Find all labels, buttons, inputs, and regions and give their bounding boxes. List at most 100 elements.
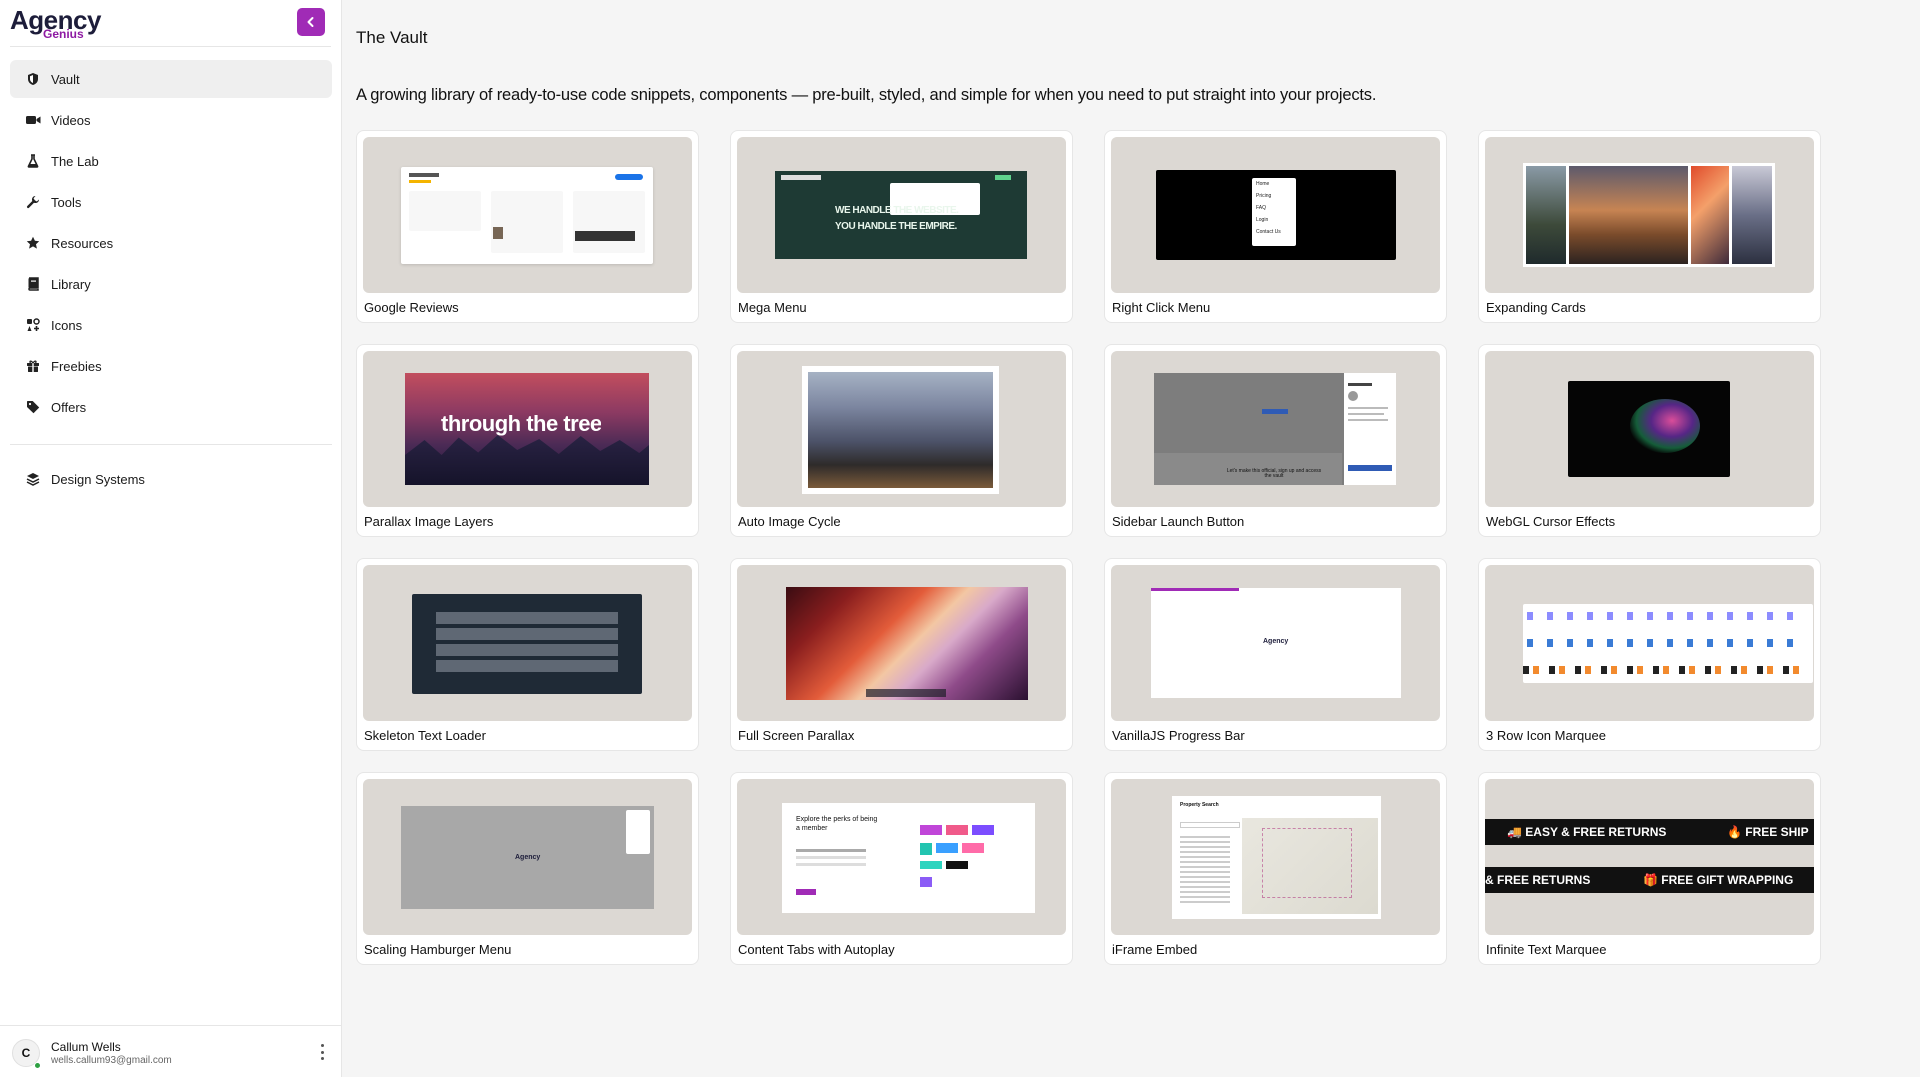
card-title: Right Click Menu [1112, 300, 1211, 315]
marquee-text: & FREE RETURNS [1485, 873, 1591, 887]
card-title: Parallax Image Layers [364, 514, 494, 529]
vault-card-skeleton-text-loader[interactable]: Skeleton Text Loader [356, 558, 699, 751]
card-title: Expanding Cards [1486, 300, 1586, 315]
parallax-text: through the trees [441, 411, 601, 436]
online-status-indicator [34, 1062, 41, 1069]
gift-icon [25, 358, 41, 374]
menu-item: Home [1256, 181, 1270, 187]
vault-card-webgl-cursor-effects[interactable]: WebGL Cursor Effects [1478, 344, 1821, 537]
preview-right-click-menu: Home Pricing FAQ Login Contact Us [1156, 170, 1396, 260]
vault-card-sidebar-launch-button[interactable]: Let's make this official, sign up and ac… [1104, 344, 1447, 537]
preview-content-tabs: Explore the perks of being a member [782, 803, 1035, 913]
sidebar-launch-text: Let's make this official, sign up and ac… [1226, 468, 1322, 479]
vault-card-auto-image-cycle[interactable]: Auto Image Cycle [730, 344, 1073, 537]
card-thumbnail [363, 565, 692, 721]
vault-card-google-reviews[interactable]: Google Reviews [356, 130, 699, 323]
sidebar-item-design-systems[interactable]: Design Systems [10, 460, 332, 498]
shield-icon [25, 71, 41, 87]
vault-card-iframe-embed[interactable]: Property Search iFrame Embed [1104, 772, 1447, 965]
vault-card-right-click-menu[interactable]: Home Pricing FAQ Login Contact Us Right … [1104, 130, 1447, 323]
sidebar-item-freebies[interactable]: Freebies [10, 347, 332, 385]
brand-logo[interactable]: Agency Genius [10, 6, 101, 41]
user-profile[interactable]: C Callum Wells wells.callum93@gmail.com [0, 1025, 341, 1077]
video-camera-icon [25, 112, 41, 128]
sidebar-item-library[interactable]: Library [10, 265, 332, 303]
star-icon [25, 235, 41, 251]
card-title: Content Tabs with Autoplay [738, 942, 895, 957]
vault-card-vanillajs-progress-bar[interactable]: Agency VanillaJS Progress Bar [1104, 558, 1447, 751]
sidebar-item-label: Videos [51, 112, 91, 128]
card-thumbnail: Property Search [1111, 779, 1440, 935]
card-title: Skeleton Text Loader [364, 728, 486, 743]
iframe-heading: Property Search [1180, 802, 1219, 808]
card-thumbnail [737, 565, 1066, 721]
card-title: VanillaJS Progress Bar [1112, 728, 1245, 743]
sidebar-item-vault[interactable]: Vault [10, 60, 332, 98]
preview-sidebar-launch: Let's make this official, sign up and ac… [1154, 373, 1396, 485]
icons-grid-icon [25, 317, 41, 333]
sidebar-secondary-nav: Design Systems [10, 460, 332, 501]
card-thumbnail: Home Pricing FAQ Login Contact Us [1111, 137, 1440, 293]
sidebar-item-label: Resources [51, 235, 114, 251]
sidebar-item-label: Icons [51, 317, 83, 333]
preview-full-screen-parallax [786, 587, 1028, 700]
sidebar-item-videos[interactable]: Videos [10, 101, 332, 139]
card-title: Mega Menu [738, 300, 807, 315]
user-name: Callum Wells [51, 1040, 121, 1054]
card-thumbnail: Let's make this official, sign up and ac… [1111, 351, 1440, 507]
sidebar-nav: Vault Videos The Lab Tools Resources Lib… [10, 60, 332, 429]
menu-item: FAQ [1256, 205, 1267, 211]
vault-card-3-row-icon-marquee[interactable]: 3 Row Icon Marquee [1478, 558, 1821, 751]
preview-text-marquee: 🚚 EASY & FREE RETURNS 🔥 FREE SHIP [1485, 819, 1814, 845]
tag-icon [25, 399, 41, 415]
vault-card-mega-menu[interactable]: WE HANDLE THE WEBSITE. YOU HANDLE THE EM… [730, 130, 1073, 323]
card-thumbnail: 🚚 EASY & FREE RETURNS 🔥 FREE SHIP & FREE… [1485, 779, 1814, 935]
sidebar-item-label: The Lab [51, 153, 99, 169]
brand-subname: Genius [43, 27, 84, 41]
vault-card-parallax-image-layers[interactable]: through the trees Parallax Image Layers [356, 344, 699, 537]
card-title: Scaling Hamburger Menu [364, 942, 512, 957]
more-options-icon[interactable] [319, 1044, 325, 1060]
sidebar-item-label: Tools [51, 194, 82, 210]
preview-webgl [1568, 381, 1730, 477]
card-title: Auto Image Cycle [738, 514, 841, 529]
user-email: wells.callum93@gmail.com [51, 1055, 172, 1066]
mega-menu-headline: YOU HANDLE THE EMPIRE. [835, 221, 957, 232]
card-thumbnail: through the trees [363, 351, 692, 507]
card-title: Google Reviews [364, 300, 459, 315]
sidebar-item-offers[interactable]: Offers [10, 388, 332, 426]
chevron-left-icon [307, 17, 314, 27]
card-thumbnail [363, 137, 692, 293]
card-title: Sidebar Launch Button [1112, 514, 1245, 529]
wrench-icon [25, 194, 41, 210]
preview-progress-bar: Agency [1151, 588, 1401, 698]
sidebar-item-the-lab[interactable]: The Lab [10, 142, 332, 180]
card-thumbnail: Agency [363, 779, 692, 935]
layers-icon [25, 471, 41, 487]
marquee-text: 🎁 FREE GIFT WRAPPING [1643, 873, 1794, 887]
sidebar-item-label: Freebies [51, 358, 102, 374]
card-thumbnail: WE HANDLE THE WEBSITE. YOU HANDLE THE EM… [737, 137, 1066, 293]
preview-skeleton [412, 594, 642, 694]
vault-card-expanding-cards[interactable]: Expanding Cards [1478, 130, 1821, 323]
sidebar-item-icons[interactable]: Icons [10, 306, 332, 344]
card-thumbnail [1485, 351, 1814, 507]
vault-card-infinite-text-marquee[interactable]: 🚚 EASY & FREE RETURNS 🔥 FREE SHIP & FREE… [1478, 772, 1821, 965]
card-thumbnail: Explore the perks of being a member [737, 779, 1066, 935]
vault-card-scaling-hamburger-menu[interactable]: Agency Scaling Hamburger Menu [356, 772, 699, 965]
vault-card-full-screen-parallax[interactable]: Full Screen Parallax [730, 558, 1073, 751]
sidebar-item-resources[interactable]: Resources [10, 224, 332, 262]
menu-item: Pricing [1256, 193, 1272, 199]
sidebar: Agency Genius Vault Videos The Lab Tools… [0, 0, 342, 1077]
flask-icon [25, 153, 41, 169]
sidebar-item-label: Vault [51, 71, 80, 87]
mega-menu-headline: WE HANDLE THE WEBSITE. [835, 205, 959, 216]
preview-expanding-cards [1523, 163, 1775, 267]
vault-card-content-tabs-with-autoplay[interactable]: Explore the perks of being a member Cont… [730, 772, 1073, 965]
preview-icon-marquee [1523, 604, 1813, 683]
sidebar-item-tools[interactable]: Tools [10, 183, 332, 221]
sidebar-item-label: Offers [51, 399, 87, 415]
collapse-sidebar-button[interactable] [297, 8, 325, 36]
card-thumbnail [1485, 137, 1814, 293]
card-title: WebGL Cursor Effects [1486, 514, 1616, 529]
